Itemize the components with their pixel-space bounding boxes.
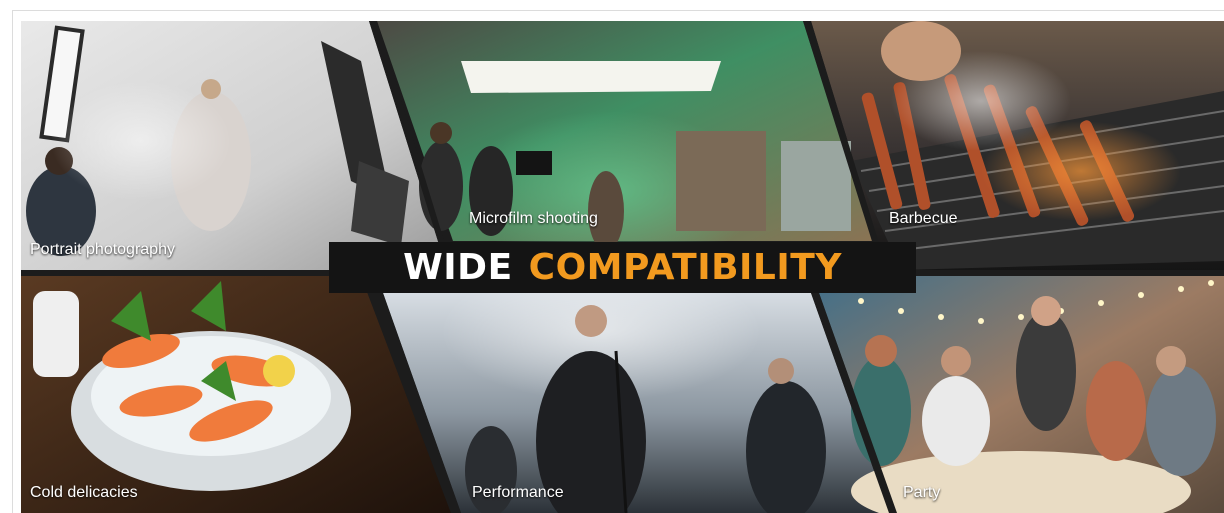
headline-word-compatibility: COMPATIBILITY bbox=[528, 247, 842, 288]
compatibility-banner: Portrait photography Microfilm shooting … bbox=[21, 21, 1224, 513]
caption-barbecue: Barbecue bbox=[889, 210, 958, 227]
caption-microfilm-shooting: Microfilm shooting bbox=[469, 210, 598, 227]
caption-cold-delicacies: Cold delicacies bbox=[30, 484, 138, 501]
caption-portrait-photography: Portrait photography bbox=[30, 241, 175, 258]
caption-party: Party bbox=[903, 484, 941, 501]
caption-performance: Performance bbox=[472, 484, 564, 501]
headline-word-wide: WIDE bbox=[403, 247, 513, 288]
headline-banner: WIDE COMPATIBILITY bbox=[329, 242, 916, 293]
